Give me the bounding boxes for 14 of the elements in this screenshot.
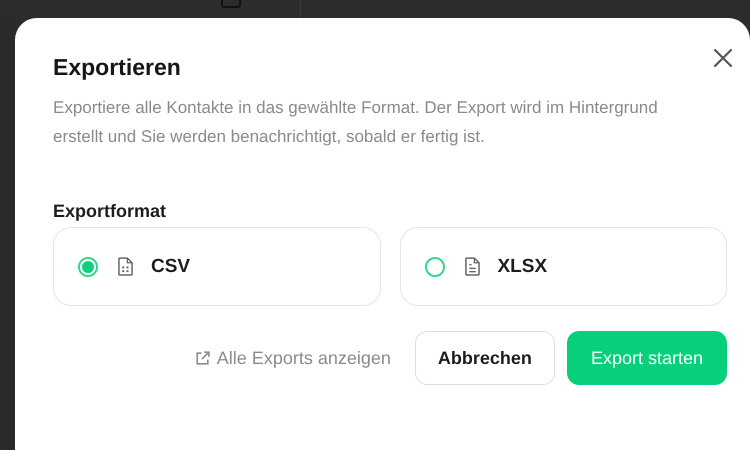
format-label: CSV <box>151 256 190 278</box>
format-option-card[interactable]: XLSX <box>400 227 727 306</box>
radio-button[interactable] <box>424 256 444 276</box>
external-link-icon <box>194 350 211 366</box>
dialog-description: Exportiere alle Kontakte in das gewählte Format. Der Export wird im Hintergrund erstellt und Sie werden benachrichtigt, sobald er fertig ist. <box>53 97 659 148</box>
close-icon[interactable] <box>713 48 733 68</box>
radio-button[interactable] <box>78 256 98 276</box>
format-option-card[interactable]: CSV <box>53 227 380 306</box>
document-file-icon <box>464 257 480 276</box>
spreadsheet-file-icon <box>118 257 133 276</box>
dialog-title: Exportieren <box>53 54 181 81</box>
format-heading: Exportformat <box>53 201 168 222</box>
cancel-button[interactable]: Abbrechen <box>414 331 555 385</box>
format-label: XLSX <box>498 256 548 278</box>
